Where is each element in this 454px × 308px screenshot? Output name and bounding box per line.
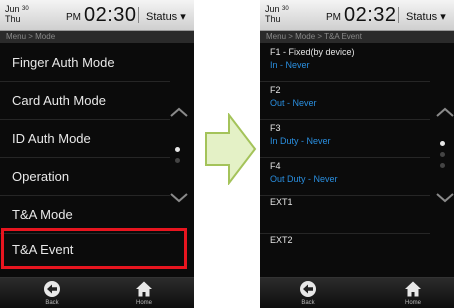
menu-item-card-auth-mode[interactable]: Card Auth Mode — [0, 82, 170, 120]
bottom-nav-bar: Back Home — [260, 277, 454, 308]
home-button[interactable]: Home — [124, 278, 164, 308]
event-name: F2 — [270, 85, 281, 95]
breadcrumb: Menu > Mode — [0, 31, 194, 43]
menu-item-label: Operation — [12, 169, 70, 184]
bottom-nav-bar: Back Home — [0, 277, 194, 308]
date-display: Jun 30 Thu — [5, 4, 29, 24]
status-bar: Jun 30 Thu PM 02:30 Status ▾ — [0, 0, 194, 31]
right-arrow-icon — [205, 113, 257, 185]
status-divider — [398, 7, 399, 23]
menu-item-id-auth-mode[interactable]: ID Auth Mode — [0, 120, 170, 158]
back-arrow-icon — [44, 281, 60, 297]
dropdown-caret-icon: ▾ — [180, 11, 186, 23]
event-name: F4 — [270, 161, 281, 171]
home-label: Home — [404, 300, 421, 306]
event-name: EXT2 — [270, 235, 293, 245]
event-name: EXT1 — [270, 197, 293, 207]
breadcrumb: Menu > Mode > T&A Event — [260, 31, 454, 43]
page-indicator-inactive — [175, 158, 180, 163]
menu-item-label: T&A Mode — [12, 207, 73, 222]
chevron-down-icon[interactable] — [170, 193, 188, 203]
status-dropdown[interactable]: Status ▾ — [406, 10, 446, 23]
date-weekday: Thu — [5, 14, 21, 24]
chevron-up-icon[interactable] — [170, 107, 188, 117]
home-icon — [405, 281, 421, 297]
home-icon — [136, 281, 152, 297]
back-label: Back — [45, 300, 59, 306]
event-item-ext1[interactable]: EXT1 — [260, 196, 430, 234]
page-indicator-active — [175, 147, 180, 152]
date-month: Jun — [265, 4, 280, 14]
chevron-down-icon[interactable] — [436, 193, 454, 203]
page-indicator-inactive — [440, 152, 445, 157]
date-day: 30 — [22, 6, 29, 12]
event-item-f3[interactable]: F3 In Duty - Never — [260, 120, 430, 158]
dropdown-caret-icon: ▾ — [440, 11, 446, 23]
date-month: Jun — [5, 4, 20, 14]
event-item-f4[interactable]: F4 Out Duty - Never — [260, 158, 430, 196]
date-display: Jun 30 Thu — [265, 4, 289, 24]
ampm-label: PM — [326, 12, 341, 23]
back-label: Back — [301, 300, 315, 306]
date-day: 30 — [282, 6, 289, 12]
event-value: Out - Never — [270, 98, 317, 108]
event-value: In - Never — [270, 60, 310, 70]
back-arrow-icon — [300, 281, 316, 297]
event-item-f1[interactable]: F1 - Fixed(by device) In - Never — [260, 44, 430, 82]
page-indicator-inactive — [440, 163, 445, 168]
home-label: Home — [135, 300, 152, 306]
event-value: Out Duty - Never — [270, 174, 338, 184]
status-divider — [138, 7, 139, 23]
status-label: Status — [146, 11, 178, 23]
back-button[interactable]: Back — [32, 278, 72, 308]
menu-item-label: Finger Auth Mode — [12, 55, 115, 70]
status-dropdown[interactable]: Status ▾ — [146, 10, 186, 23]
menu-item-label: Card Auth Mode — [12, 93, 106, 108]
back-button[interactable]: Back — [288, 278, 328, 308]
event-value: In Duty - Never — [270, 136, 331, 146]
right-device-screen: Jun 30 Thu PM 02:32 Status ▾ Menu > Mode… — [260, 0, 454, 308]
clock-time: 02:30 — [84, 4, 137, 26]
status-label: Status — [406, 11, 438, 23]
event-name: F3 — [270, 123, 281, 133]
ampm-label: PM — [66, 12, 81, 23]
left-device-screen: Jun 30 Thu PM 02:30 Status ▾ Menu > Mode… — [0, 0, 194, 308]
menu-item-operation[interactable]: Operation — [0, 158, 170, 196]
event-item-ext2[interactable]: EXT2 — [260, 234, 430, 271]
status-bar: Jun 30 Thu PM 02:32 Status ▾ — [260, 0, 454, 31]
chevron-up-icon[interactable] — [436, 107, 454, 117]
home-button[interactable]: Home — [393, 278, 433, 308]
event-name: F1 - Fixed(by device) — [270, 47, 355, 57]
selection-highlight — [1, 228, 187, 269]
date-weekday: Thu — [265, 14, 281, 24]
event-item-f2[interactable]: F2 Out - Never — [260, 82, 430, 120]
menu-item-finger-auth-mode[interactable]: Finger Auth Mode — [0, 44, 170, 82]
page-indicator-active — [440, 141, 445, 146]
menu-item-label: ID Auth Mode — [12, 131, 91, 146]
clock-time: 02:32 — [344, 4, 397, 26]
